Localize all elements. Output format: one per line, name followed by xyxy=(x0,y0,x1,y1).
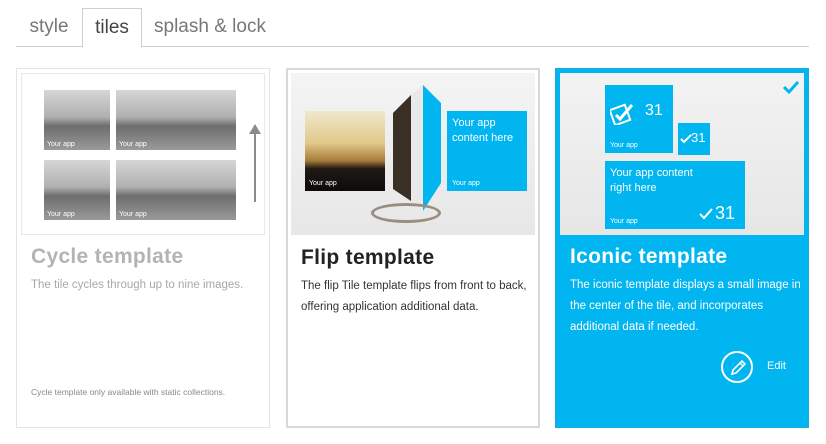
flip-template-card[interactable]: Your app Your app content here Your app … xyxy=(286,68,540,428)
card-description: The iconic template displays a small ima… xyxy=(570,279,801,333)
tile-label: Your app xyxy=(119,211,147,218)
edit-button[interactable]: Edit xyxy=(721,351,801,385)
iconic-medium-tile: 31 Your app xyxy=(605,85,673,153)
flip-template-preview: Your app Your app content here Your app xyxy=(291,73,535,235)
cycle-tile-image: Your app xyxy=(44,90,110,150)
cycle-availability-note: Cycle template only available with stati… xyxy=(31,387,226,397)
flip-front-tile-image: Your app xyxy=(305,111,385,191)
tile-label: Your app xyxy=(119,141,147,148)
tab-splash-lock[interactable]: splash & lock xyxy=(144,8,276,47)
badge-icon xyxy=(610,103,634,125)
badge-icon xyxy=(699,208,713,220)
flipping-tile-illustration xyxy=(393,85,441,211)
up-arrow-shaft xyxy=(254,132,256,202)
card-title: Flip template xyxy=(301,246,435,269)
cycle-tile-image: Your app xyxy=(116,90,236,150)
tile-label: Your app xyxy=(610,218,638,225)
card-description: The tile cycles through up to nine image… xyxy=(31,279,244,291)
count-number: 31 xyxy=(715,203,736,223)
tile-content-text: Your app content here xyxy=(452,117,514,144)
iconic-small-tile: 31 xyxy=(678,123,710,155)
pencil-icon xyxy=(730,359,747,376)
card-description: The flip Tile template flips from front … xyxy=(301,280,527,313)
pencil-icon-circle xyxy=(721,351,753,383)
cycle-template-preview: Your app Your app Your app Your app xyxy=(21,73,265,235)
iconic-template-preview: 31 Your app 31 Your app content right he… xyxy=(560,73,804,235)
cycle-tile-image: Your app xyxy=(44,160,110,220)
cycle-template-card[interactable]: Your app Your app Your app Your app Cycl… xyxy=(16,68,270,428)
iconic-wide-tile: Your app content right here 31 Your app xyxy=(605,161,745,229)
flip-rotation-ring xyxy=(371,203,441,223)
tile-label: Your app xyxy=(309,180,337,187)
tab-bar: style tiles splash & lock xyxy=(16,8,809,48)
tile-label: Your app xyxy=(452,180,480,187)
checkmark-icon xyxy=(782,80,800,95)
tab-tiles[interactable]: tiles xyxy=(82,8,142,48)
edit-label: Edit xyxy=(767,360,786,372)
cycle-tile-image: Your app xyxy=(116,160,236,220)
card-title: Iconic template xyxy=(570,245,728,268)
count-number: 31 xyxy=(645,102,663,119)
tile-label: Your app xyxy=(47,141,75,148)
tile-label: Your app xyxy=(47,211,75,218)
tile-label: Your app xyxy=(610,142,638,149)
tab-style[interactable]: style xyxy=(16,8,82,47)
tile-content-text: Your app content right here xyxy=(610,167,693,194)
count-number: 31 xyxy=(691,130,706,145)
iconic-template-card[interactable]: 31 Your app 31 Your app content right he… xyxy=(555,68,809,428)
flip-back-tile: Your app content here Your app xyxy=(447,111,527,191)
card-title: Cycle template xyxy=(31,245,184,268)
